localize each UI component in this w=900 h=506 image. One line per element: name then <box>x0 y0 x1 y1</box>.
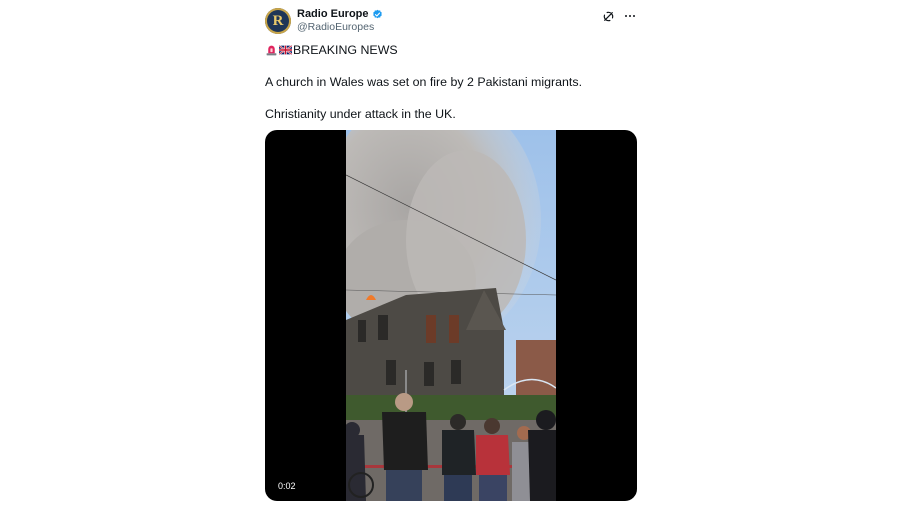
display-name[interactable]: Radio Europe <box>297 8 369 20</box>
grok-icon[interactable] <box>601 9 615 23</box>
video-frame[interactable] <box>346 130 556 501</box>
video-player[interactable]: 0:02 <box>265 130 637 501</box>
video-frame-image <box>346 130 556 501</box>
avatar[interactable]: R <box>265 8 291 34</box>
video-timecode: 0:02 <box>275 480 299 492</box>
uk-flag-icon <box>279 45 292 56</box>
verified-badge-icon <box>372 9 382 18</box>
tweet-actions <box>601 9 637 23</box>
tweet-text: BREAKING NEWS A church in Wales was set … <box>265 43 637 121</box>
text-line-2: A church in Wales was set on fire by 2 P… <box>265 75 583 89</box>
text-line-3: Christianity under attack in the UK. <box>265 107 456 121</box>
text-line-1: BREAKING NEWS <box>265 43 637 58</box>
rotating-light-icon <box>266 46 277 56</box>
breaking-news-text: BREAKING NEWS <box>293 43 398 57</box>
author-block: Radio Europe @RadioEuropes <box>297 8 383 33</box>
avatar-letter: R <box>272 12 284 29</box>
name-row: Radio Europe <box>297 8 383 20</box>
handle[interactable]: @RadioEuropes <box>297 21 383 33</box>
more-icon[interactable] <box>623 9 637 23</box>
